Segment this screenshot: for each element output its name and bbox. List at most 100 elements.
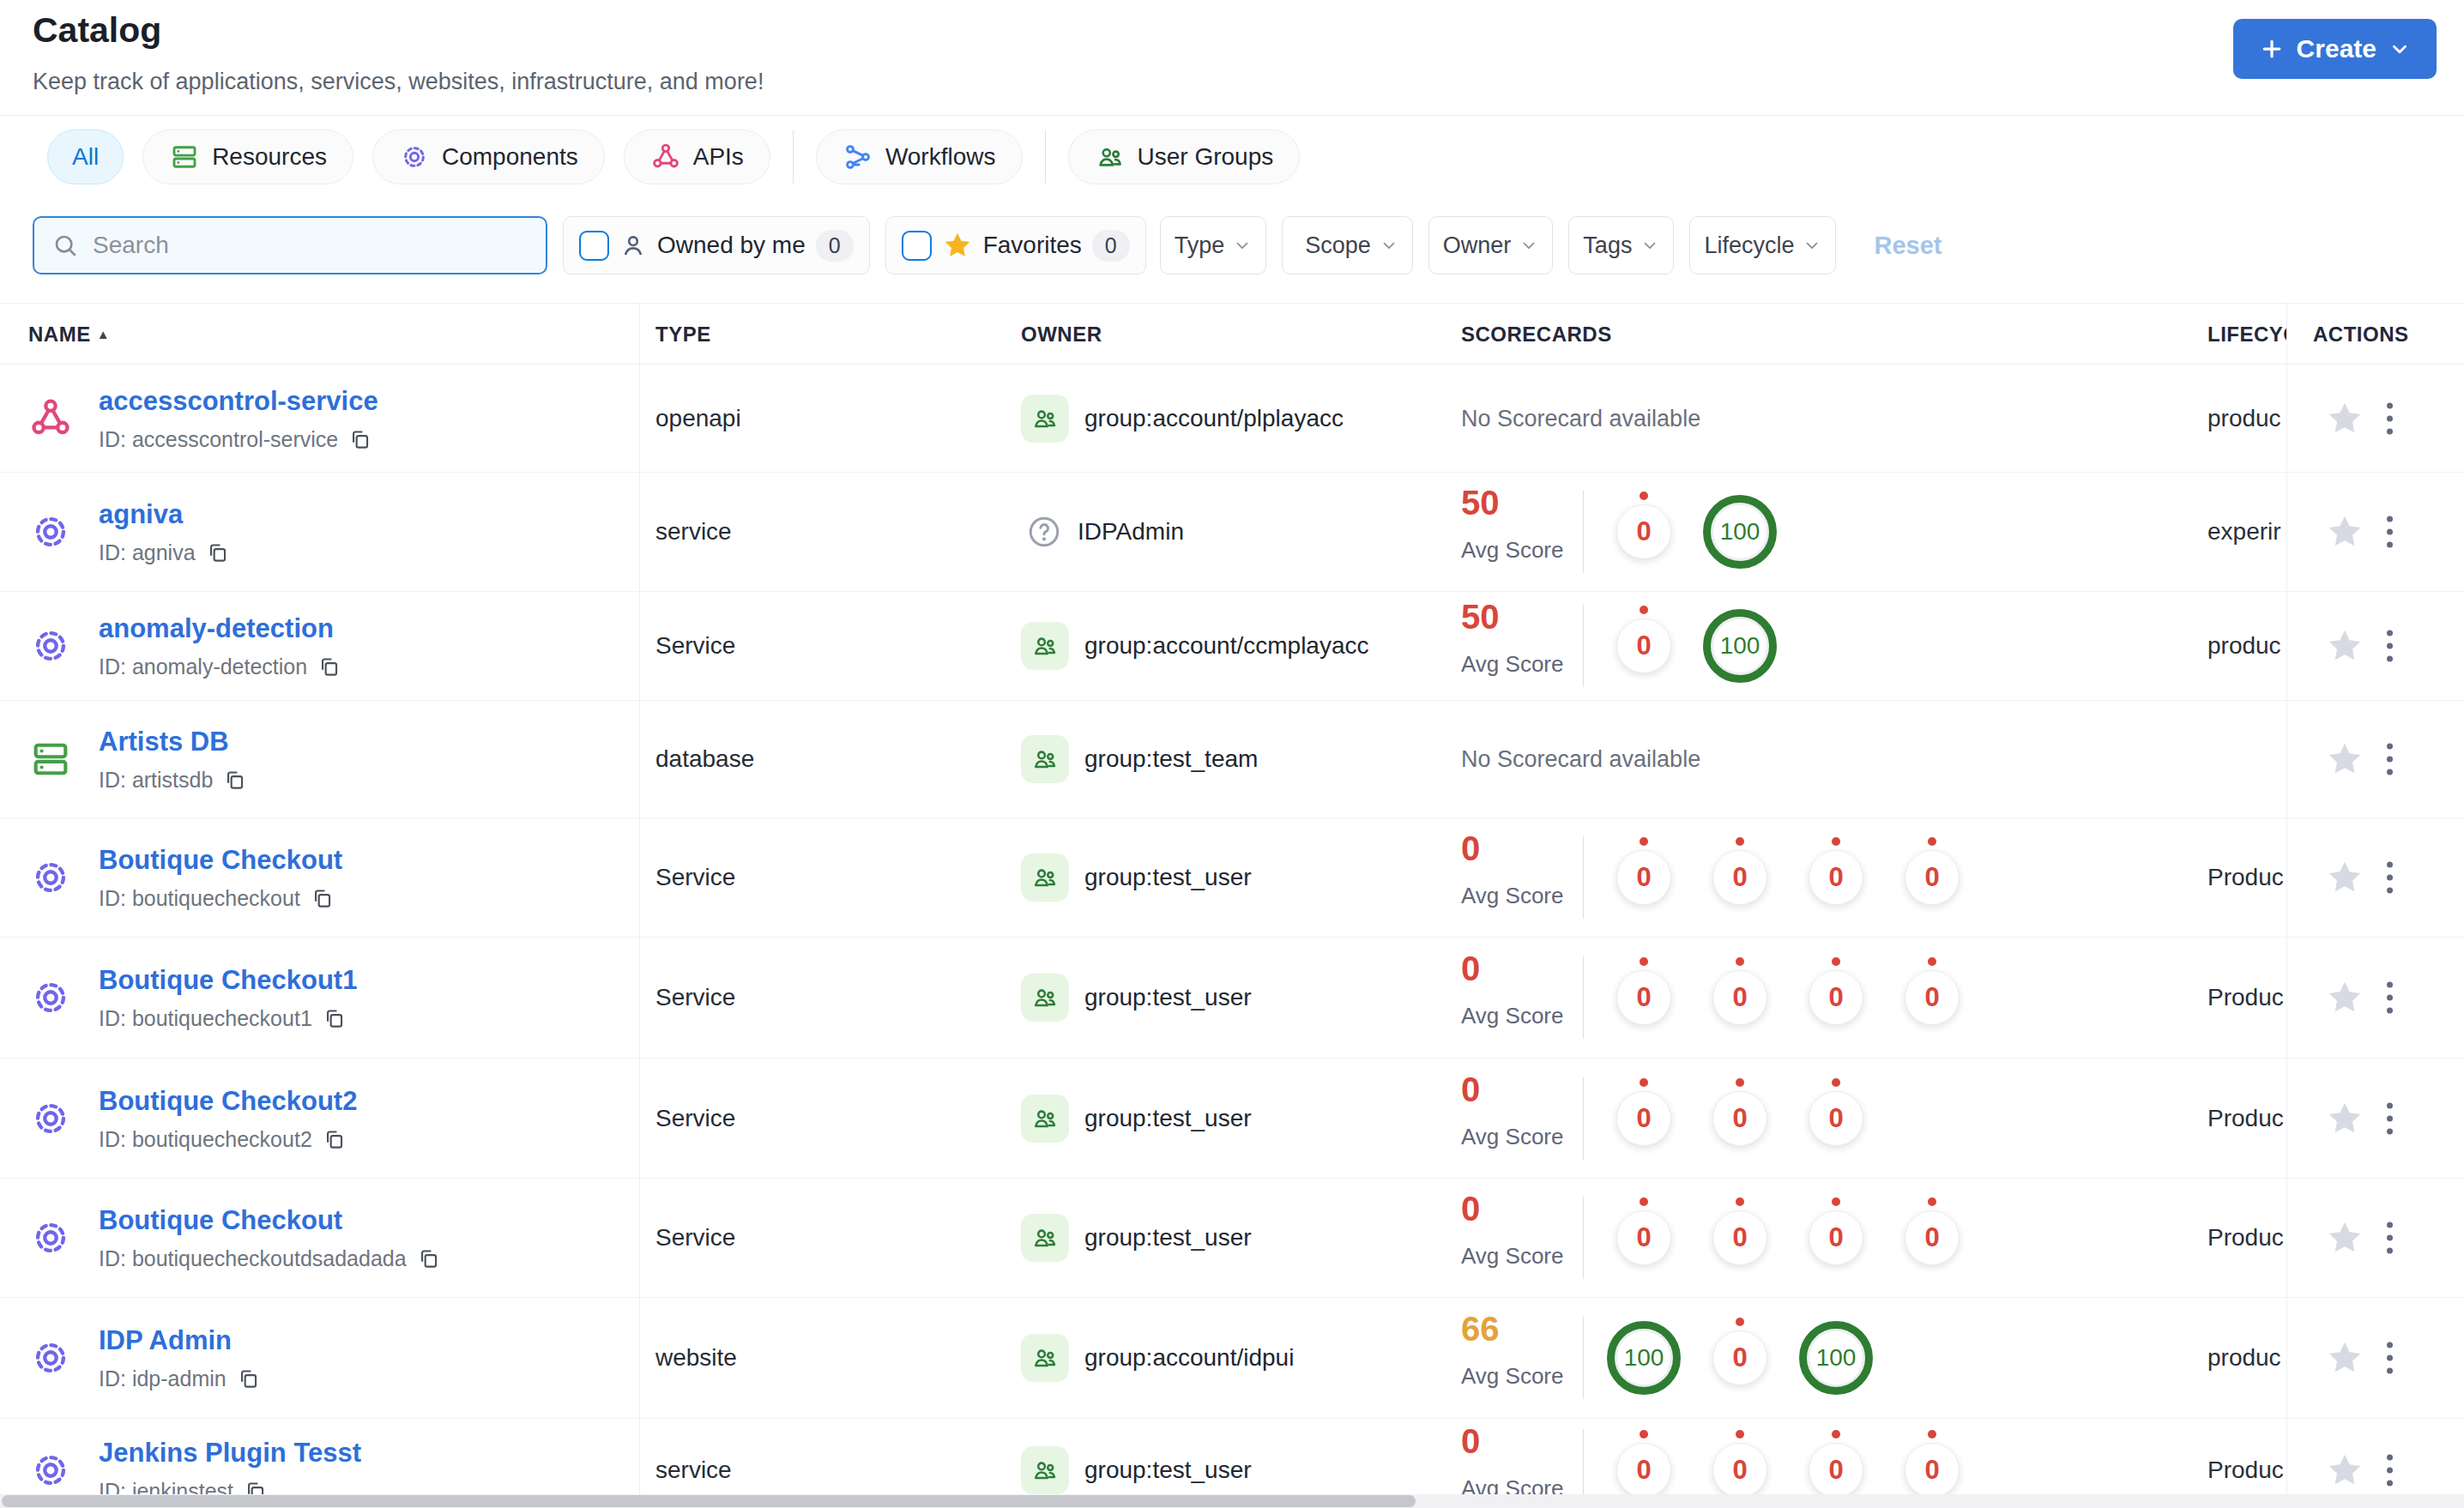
tab-components[interactable]: Components xyxy=(372,130,605,184)
copy-icon[interactable] xyxy=(323,1007,346,1030)
row-menu-kebab-icon[interactable] xyxy=(2387,982,2393,1014)
scorecard-badge[interactable]: 0 xyxy=(1712,1443,1767,1498)
scorecard-badge[interactable]: 0 xyxy=(1616,850,1671,905)
table-row: Artists DBID: artistsdbdatabasegroup:tes… xyxy=(0,701,2464,818)
database-icon xyxy=(28,737,73,781)
scorecard-badge[interactable]: 0 xyxy=(1809,850,1863,905)
column-header-name[interactable]: NAME ▲ xyxy=(28,304,110,365)
entity-id-text: ID: boutiquecheckoutdsadadada xyxy=(99,1246,407,1271)
row-menu-kebab-icon[interactable] xyxy=(2387,1102,2393,1134)
entity-id: ID: boutiquecheckout xyxy=(99,886,342,911)
row-menu-kebab-icon[interactable] xyxy=(2387,744,2393,775)
favorite-star-icon[interactable] xyxy=(2325,512,2364,552)
copy-icon[interactable] xyxy=(317,655,341,679)
copy-icon[interactable] xyxy=(417,1247,440,1270)
copy-icon[interactable] xyxy=(206,541,229,564)
copy-icon[interactable] xyxy=(223,769,246,792)
scorecard-badge[interactable]: 0 xyxy=(1712,1210,1767,1265)
create-button[interactable]: Create xyxy=(2233,19,2437,79)
entity-name-link[interactable]: Boutique Checkout1 xyxy=(99,965,357,996)
favorite-star-icon[interactable] xyxy=(2325,1338,2364,1378)
scorecard-badge[interactable]: 0 xyxy=(1616,1091,1671,1146)
entity-name-link[interactable]: IDP Admin xyxy=(99,1325,260,1356)
scorecard-badge[interactable]: 100 xyxy=(1799,1321,1873,1395)
tab-group-divider xyxy=(793,130,794,184)
tab-resources[interactable]: Resources xyxy=(142,130,353,184)
entity-name-link[interactable]: Jenkins Plugin Tesst xyxy=(99,1437,361,1468)
lifecycle-filter-dropdown[interactable]: Lifecycle xyxy=(1689,216,1836,274)
scorecard-badge[interactable]: 100 xyxy=(1703,609,1777,683)
entity-name-link[interactable]: agniva xyxy=(99,499,229,530)
owner-label: group:account/plplayacc xyxy=(1084,405,1344,432)
horizontal-scrollbar-thumb[interactable] xyxy=(2,1495,1416,1507)
tags-filter-dropdown[interactable]: Tags xyxy=(1568,216,1674,274)
page-subtitle: Keep track of applications, services, we… xyxy=(33,69,764,95)
dropdown-label: Owner xyxy=(1443,232,1512,259)
owner-cell: group:account/idpui xyxy=(1021,1334,1294,1382)
scorecard-badge[interactable]: 0 xyxy=(1712,1330,1767,1385)
favorite-star-icon[interactable] xyxy=(2325,739,2364,779)
favorites-filter[interactable]: Favorites 0 xyxy=(885,216,1146,274)
search-box[interactable] xyxy=(33,216,547,274)
entity-name-link[interactable]: Boutique Checkout xyxy=(99,845,342,876)
scorecard-badge[interactable]: 0 xyxy=(1712,850,1767,905)
entity-name-link[interactable]: anomaly-detection xyxy=(99,613,341,644)
components-icon xyxy=(399,142,430,172)
favorites-checkbox[interactable] xyxy=(902,231,932,261)
scorecard-badge[interactable]: 0 xyxy=(1616,618,1671,673)
entity-name-link[interactable]: Boutique Checkout xyxy=(99,1205,440,1236)
owner-group-icon xyxy=(1021,974,1069,1022)
scorecard-badge[interactable]: 0 xyxy=(1905,1443,1960,1498)
tab-label: Resources xyxy=(212,143,327,171)
scorecard-badge[interactable]: 0 xyxy=(1616,1210,1671,1265)
favorite-star-icon[interactable] xyxy=(2325,978,2364,1017)
scorecard-badge[interactable]: 0 xyxy=(1809,1443,1863,1498)
favorite-star-icon[interactable] xyxy=(2325,399,2364,438)
scorecard-badge[interactable]: 100 xyxy=(1607,1321,1681,1395)
scorecard-badge[interactable]: 0 xyxy=(1712,970,1767,1025)
score-divider xyxy=(1583,491,1584,573)
scorecard-badge[interactable]: 0 xyxy=(1905,850,1960,905)
row-menu-kebab-icon[interactable] xyxy=(2387,1342,2393,1374)
scorecard-badge[interactable]: 0 xyxy=(1809,1210,1863,1265)
scope-filter-dropdown[interactable]: Scope xyxy=(1282,216,1413,274)
favorite-star-icon[interactable] xyxy=(2325,1451,2364,1490)
tab-apis[interactable]: APIs xyxy=(624,130,770,184)
row-menu-kebab-icon[interactable] xyxy=(2387,862,2393,894)
scorecard-badge[interactable]: 0 xyxy=(1905,1210,1960,1265)
tab-user-groups[interactable]: User Groups xyxy=(1068,130,1301,184)
scorecard-badge[interactable]: 0 xyxy=(1809,970,1863,1025)
favorite-star-icon[interactable] xyxy=(2325,626,2364,666)
favorite-star-icon[interactable] xyxy=(2325,1218,2364,1258)
create-button-label: Create xyxy=(2297,34,2376,63)
type-filter-dropdown[interactable]: Type xyxy=(1160,216,1267,274)
row-menu-kebab-icon[interactable] xyxy=(2387,1222,2393,1254)
reset-filters-link[interactable]: Reset xyxy=(1874,232,1942,260)
owner-filter-dropdown[interactable]: Owner xyxy=(1428,216,1554,274)
entity-name-link[interactable]: Boutique Checkout2 xyxy=(99,1085,357,1116)
row-menu-kebab-icon[interactable] xyxy=(2387,402,2393,434)
scorecard-badge[interactable]: 100 xyxy=(1703,495,1777,569)
favorite-star-icon[interactable] xyxy=(2325,858,2364,897)
copy-icon[interactable] xyxy=(311,887,334,910)
scorecard-badge[interactable]: 0 xyxy=(1616,504,1671,559)
owned-by-me-filter[interactable]: Owned by me 0 xyxy=(563,216,870,274)
search-input[interactable] xyxy=(93,232,522,259)
favorite-star-icon[interactable] xyxy=(2325,1099,2364,1138)
row-menu-kebab-icon[interactable] xyxy=(2387,516,2393,548)
owned-by-me-checkbox[interactable] xyxy=(579,231,609,261)
entity-name-link[interactable]: accesscontrol-service xyxy=(99,385,378,416)
scorecard-badge[interactable]: 0 xyxy=(1809,1091,1863,1146)
copy-icon[interactable] xyxy=(237,1367,260,1390)
copy-icon[interactable] xyxy=(348,427,371,450)
copy-icon[interactable] xyxy=(323,1127,346,1150)
row-menu-kebab-icon[interactable] xyxy=(2387,630,2393,662)
scorecard-badge[interactable]: 0 xyxy=(1616,970,1671,1025)
entity-name-link[interactable]: Artists DB xyxy=(99,727,246,757)
tab-all[interactable]: All xyxy=(47,130,124,184)
scorecard-badge[interactable]: 0 xyxy=(1712,1091,1767,1146)
scorecard-badge[interactable]: 0 xyxy=(1616,1443,1671,1498)
scorecard-badge[interactable]: 0 xyxy=(1905,970,1960,1025)
row-menu-kebab-icon[interactable] xyxy=(2387,1454,2393,1486)
tab-workflows[interactable]: Workflows xyxy=(816,130,1023,184)
